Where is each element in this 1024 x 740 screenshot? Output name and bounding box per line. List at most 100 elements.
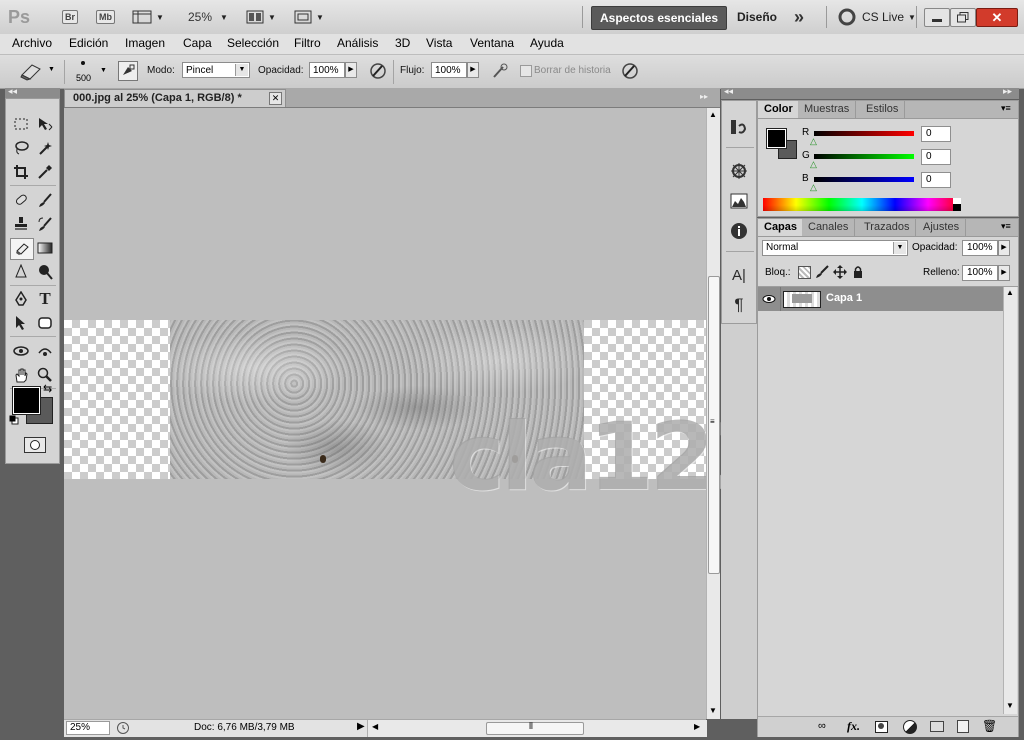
blue-slider[interactable]: [814, 177, 914, 182]
menu-ventana[interactable]: Ventana: [470, 36, 514, 50]
layer-row[interactable]: Capa 1: [758, 287, 1003, 311]
path-selection-tool[interactable]: [12, 314, 30, 332]
type-tool[interactable]: T: [36, 289, 54, 308]
tablet-size-button[interactable]: [620, 61, 640, 81]
histogram-panel-button[interactable]: [729, 191, 749, 211]
new-group-icon[interactable]: [930, 721, 944, 732]
bridge-button[interactable]: Br: [62, 0, 79, 34]
slider-handle-icon[interactable]: △: [810, 159, 817, 170]
quick-mask-button[interactable]: [24, 437, 46, 453]
scroll-right-icon[interactable]: ▶: [694, 722, 700, 731]
lock-position-button[interactable]: [833, 265, 847, 279]
document-canvas-area[interactable]: cla123: [64, 108, 777, 719]
opacity-slider-button[interactable]: ▶: [345, 62, 357, 78]
color-spectrum-ramp[interactable]: [763, 198, 961, 211]
tab-trazados[interactable]: Trazados: [858, 219, 917, 236]
view-extras-dropdown[interactable]: ▼: [132, 0, 164, 34]
layer-style-icon[interactable]: fx.: [847, 719, 860, 734]
layer-visibility-toggle[interactable]: [758, 287, 781, 311]
eyedropper-tool[interactable]: [36, 163, 54, 181]
black-swatch[interactable]: [953, 204, 961, 211]
mode-select[interactable]: Pincel ▼: [182, 62, 250, 78]
swap-colors-button[interactable]: ⇆: [43, 382, 55, 395]
workspace-design-button[interactable]: Diseño: [737, 0, 777, 34]
menu-vista[interactable]: Vista: [426, 36, 452, 50]
status-zoom-field[interactable]: 25%: [66, 721, 110, 735]
lock-transparency-button[interactable]: [798, 266, 811, 279]
add-mask-icon[interactable]: [875, 721, 888, 733]
status-menu-arrow-icon[interactable]: ▶: [357, 721, 365, 732]
magic-wand-tool[interactable]: [36, 139, 54, 157]
delete-layer-icon[interactable]: 🗑: [982, 719, 997, 733]
minimize-button[interactable]: [924, 8, 950, 27]
paragraph-panel-button[interactable]: ¶: [729, 295, 749, 315]
scroll-thumb[interactable]: ≡: [708, 276, 720, 574]
horizontal-scrollbar[interactable]: ◀ ⦀ ▶: [367, 720, 707, 737]
slider-handle-icon[interactable]: △: [810, 136, 817, 147]
screen-mode-dropdown[interactable]: ▼: [294, 0, 324, 34]
flow-input[interactable]: 100%: [431, 62, 467, 78]
brush-preset-picker[interactable]: 500 ▼: [70, 58, 110, 86]
clone-stamp-tool[interactable]: [12, 215, 30, 233]
dodge-tool[interactable]: [36, 263, 54, 281]
history-brush-tool[interactable]: [36, 215, 54, 233]
gradient-tool[interactable]: [36, 239, 54, 257]
vertical-scrollbar[interactable]: ▲ ≡ ▼: [706, 108, 720, 719]
blue-input[interactable]: 0: [921, 172, 951, 188]
cs-live-button[interactable]: CS Live ▼: [838, 0, 916, 34]
scroll-left-icon[interactable]: ◀: [372, 722, 378, 731]
panel-menu-icon[interactable]: ▾≡: [1001, 103, 1011, 114]
tool-preset-picker[interactable]: ▼: [8, 59, 58, 83]
new-layer-icon[interactable]: [957, 720, 969, 733]
menu-imagen[interactable]: Imagen: [125, 36, 165, 50]
scroll-down-icon[interactable]: ▼: [1006, 701, 1014, 710]
tab-estilos[interactable]: Estilos: [860, 101, 906, 118]
scroll-down-icon[interactable]: ▼: [709, 706, 717, 715]
history-panel-button[interactable]: [729, 117, 749, 137]
close-tab-icon[interactable]: ✕: [269, 92, 282, 105]
green-slider[interactable]: [814, 154, 914, 159]
tab-canales[interactable]: Canales: [802, 219, 856, 236]
link-layers-icon[interactable]: ∞: [818, 720, 826, 732]
foreground-color-swatch[interactable]: [766, 128, 787, 149]
lock-all-button[interactable]: [851, 265, 865, 279]
move-tool[interactable]: [36, 115, 54, 133]
green-input[interactable]: 0: [921, 149, 951, 165]
lock-pixels-button[interactable]: [815, 265, 829, 279]
default-colors-button[interactable]: [9, 414, 19, 425]
lasso-tool[interactable]: [12, 139, 30, 157]
scroll-thumb[interactable]: ⦀: [486, 721, 584, 735]
character-panel-button[interactable]: A|: [729, 265, 749, 285]
close-button[interactable]: ✕: [976, 8, 1018, 27]
fill-slider-button[interactable]: ▶: [998, 265, 1010, 281]
minibridge-button[interactable]: Mb: [96, 0, 115, 34]
scroll-up-icon[interactable]: ▲: [1006, 288, 1014, 297]
scroll-up-icon[interactable]: ▲: [709, 110, 717, 119]
crop-tool[interactable]: [12, 163, 30, 181]
panel-menu-icon[interactable]: ▾≡: [1001, 221, 1011, 232]
dock-header[interactable]: ◂◂: [721, 86, 757, 99]
pen-tool[interactable]: [12, 290, 30, 308]
menu-seleccion[interactable]: Selección: [227, 36, 279, 50]
tab-color[interactable]: Color: [758, 101, 800, 118]
fill-input[interactable]: 100%: [962, 265, 998, 281]
more-workspaces-button[interactable]: »: [794, 0, 804, 34]
hand-tool[interactable]: [12, 366, 30, 384]
eraser-tool[interactable]: [10, 238, 34, 260]
status-info-button[interactable]: [116, 721, 130, 735]
panels-header[interactable]: ▸▸: [757, 86, 1019, 99]
slider-handle-icon[interactable]: △: [810, 182, 817, 193]
healing-brush-tool[interactable]: [12, 191, 30, 209]
blur-tool[interactable]: [12, 263, 30, 281]
tab-ajustes[interactable]: Ajustes: [917, 219, 967, 236]
zoom-level-dropdown[interactable]: 25% ▼: [188, 0, 228, 34]
menu-ayuda[interactable]: Ayuda: [530, 36, 564, 50]
menu-analisis[interactable]: Análisis: [337, 36, 378, 50]
document-tab[interactable]: 000.jpg al 25% (Capa 1, RGB/8) * ✕: [64, 89, 286, 107]
tab-capas[interactable]: Capas: [758, 219, 805, 236]
adjustment-layer-icon[interactable]: [903, 720, 917, 734]
menu-archivo[interactable]: Archivo: [12, 36, 52, 50]
brush-tool[interactable]: [36, 191, 54, 209]
tab-muestras[interactable]: Muestras: [798, 101, 857, 118]
menu-capa[interactable]: Capa: [183, 36, 212, 50]
